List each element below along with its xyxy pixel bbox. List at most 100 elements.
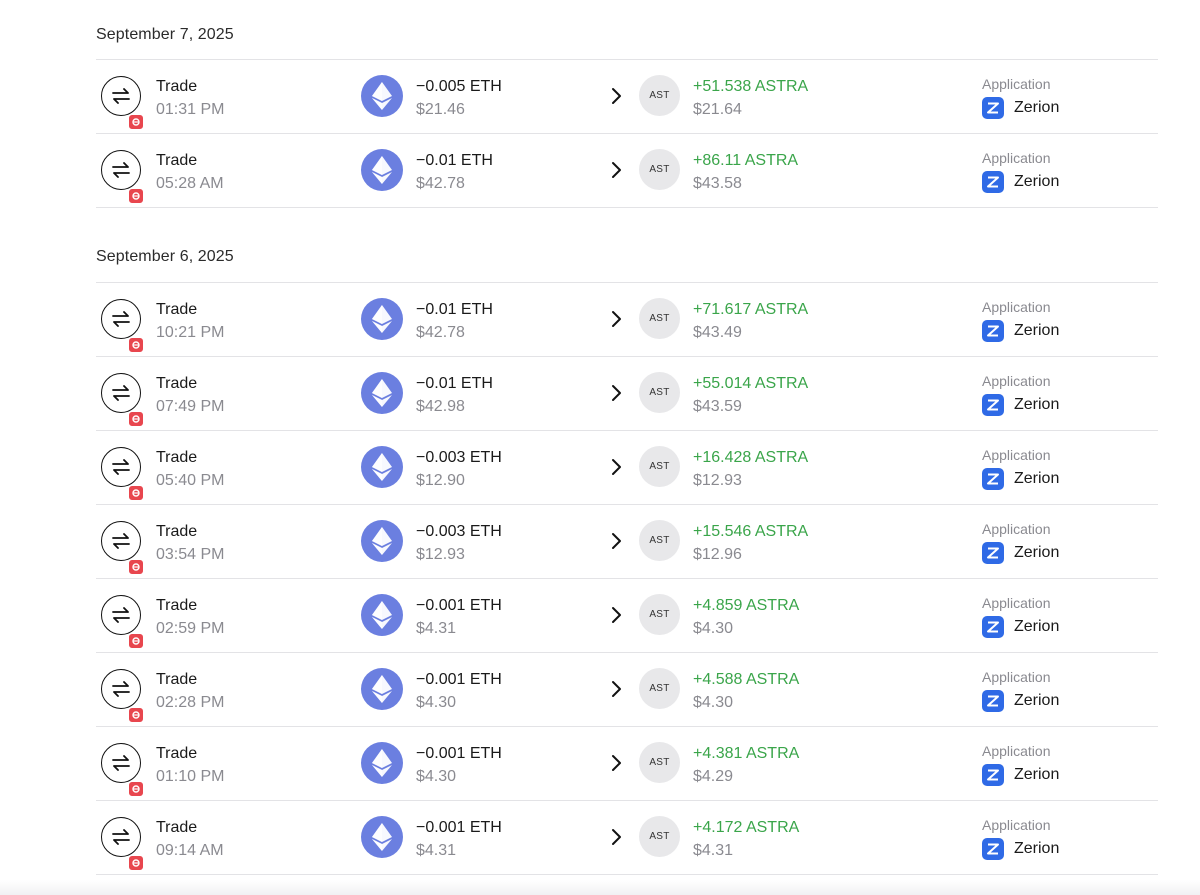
- astra-token-icon: AST: [639, 75, 680, 116]
- application-name[interactable]: Zerion: [1014, 396, 1059, 414]
- application-name[interactable]: Zerion: [1014, 544, 1059, 562]
- sent-value: $42.78: [416, 324, 465, 341]
- received-value: $12.93: [693, 472, 742, 489]
- received-amount: +71.617 ASTRA: [693, 301, 809, 318]
- received-amount: +15.546 ASTRA: [693, 523, 809, 540]
- sent-value: $12.90: [416, 472, 465, 489]
- chevron-right-icon: [610, 310, 622, 333]
- transaction-row[interactable]: Trade 09:14 AM −0.001 ETH $4.31 AST +4.1…: [96, 801, 1158, 875]
- received-amount: +4.588 ASTRA: [693, 671, 800, 688]
- transaction-time: 07:49 PM: [156, 398, 225, 415]
- transaction-time: 02:28 PM: [156, 694, 225, 711]
- zerion-icon: [982, 320, 1004, 342]
- transaction-type: Trade: [156, 819, 198, 836]
- received-value: $21.64: [693, 101, 742, 118]
- application-label: Application: [982, 373, 1051, 389]
- swap-arrows-icon: [101, 669, 144, 723]
- sent-value: $4.30: [416, 694, 457, 711]
- scroll-edge: [0, 880, 1200, 895]
- zerion-badge-icon: [128, 485, 144, 501]
- received-amount: +86.11 ASTRA: [693, 152, 799, 169]
- application-name[interactable]: Zerion: [1014, 322, 1059, 340]
- application-name[interactable]: Zerion: [1014, 618, 1059, 636]
- ethereum-icon: [361, 75, 403, 117]
- sent-value: $21.46: [416, 101, 465, 118]
- application-name[interactable]: Zerion: [1014, 840, 1059, 858]
- transaction-row[interactable]: Trade 05:40 PM −0.003 ETH $12.90 AST +16…: [96, 431, 1158, 505]
- received-amount: +55.014 ASTRA: [693, 375, 809, 392]
- application-label: Application: [982, 150, 1051, 166]
- application-label: Application: [982, 817, 1051, 833]
- chevron-right-icon: [610, 161, 622, 184]
- sent-amount: −0.003 ETH: [416, 523, 502, 540]
- chevron-right-icon: [610, 754, 622, 777]
- sent-value: $42.78: [416, 175, 465, 192]
- transaction-row[interactable]: Trade 01:31 PM −0.005 ETH $21.46 AST +51…: [96, 60, 1158, 134]
- application-name[interactable]: Zerion: [1014, 692, 1059, 710]
- transaction-type: Trade: [156, 523, 198, 540]
- transaction-time: 10:21 PM: [156, 324, 225, 341]
- sent-amount: −0.003 ETH: [416, 449, 502, 466]
- astra-token-icon: AST: [639, 446, 680, 487]
- application-name[interactable]: Zerion: [1014, 766, 1059, 784]
- swap-arrows-icon: [101, 76, 144, 130]
- sent-amount: −0.001 ETH: [416, 671, 502, 688]
- swap-arrows-icon: [101, 299, 144, 353]
- transaction-type: Trade: [156, 745, 198, 762]
- sent-value: $42.98: [416, 398, 465, 415]
- application-name[interactable]: Zerion: [1014, 99, 1059, 117]
- sent-value: $4.30: [416, 768, 457, 785]
- sent-amount: −0.01 ETH: [416, 152, 493, 169]
- ethereum-icon: [361, 668, 403, 710]
- transaction-type: Trade: [156, 671, 198, 688]
- application-label: Application: [982, 743, 1051, 759]
- swap-arrows-icon: [101, 373, 144, 427]
- zerion-badge-icon: [128, 559, 144, 575]
- ethereum-icon: [361, 594, 403, 636]
- application-label: Application: [982, 299, 1051, 315]
- transaction-row[interactable]: Trade 02:28 PM −0.001 ETH $4.30 AST +4.5…: [96, 653, 1158, 727]
- chevron-right-icon: [610, 828, 622, 851]
- transaction-history: September 7, 2025 Trade 01:31 PM −0.005 …: [0, 0, 1200, 895]
- application-label: Application: [982, 595, 1051, 611]
- date-heading: September 7, 2025: [96, 26, 234, 43]
- chevron-right-icon: [610, 458, 622, 481]
- ethereum-icon: [361, 520, 403, 562]
- application-label: Application: [982, 447, 1051, 463]
- swap-arrows-icon: [101, 817, 144, 871]
- application-label: Application: [982, 521, 1051, 537]
- application-name[interactable]: Zerion: [1014, 470, 1059, 488]
- transaction-row[interactable]: Trade 05:28 AM −0.01 ETH $42.78 AST +86.…: [96, 134, 1158, 208]
- astra-token-icon: AST: [639, 594, 680, 635]
- received-value: $4.30: [693, 694, 734, 711]
- swap-arrows-icon: [101, 447, 144, 501]
- astra-token-icon: AST: [639, 668, 680, 709]
- zerion-icon: [982, 542, 1004, 564]
- zerion-icon: [982, 838, 1004, 860]
- transaction-row[interactable]: Trade 02:59 PM −0.001 ETH $4.31 AST +4.8…: [96, 579, 1158, 653]
- swap-arrows-icon: [101, 150, 144, 204]
- zerion-badge-icon: [128, 855, 144, 871]
- astra-token-icon: AST: [639, 816, 680, 857]
- transaction-time: 02:59 PM: [156, 620, 225, 637]
- ethereum-icon: [361, 298, 403, 340]
- transaction-row[interactable]: Trade 10:21 PM −0.01 ETH $42.78 AST +71.…: [96, 283, 1158, 357]
- transaction-row[interactable]: Trade 01:10 PM −0.001 ETH $4.30 AST +4.3…: [96, 727, 1158, 801]
- sent-value: $12.93: [416, 546, 465, 563]
- ethereum-icon: [361, 446, 403, 488]
- received-value: $43.49: [693, 324, 742, 341]
- zerion-icon: [982, 171, 1004, 193]
- zerion-icon: [982, 764, 1004, 786]
- transaction-row[interactable]: Trade 03:54 PM −0.003 ETH $12.93 AST +15…: [96, 505, 1158, 579]
- received-amount: +4.859 ASTRA: [693, 597, 800, 614]
- transaction-row[interactable]: Trade 07:49 PM −0.01 ETH $42.98 AST +55.…: [96, 357, 1158, 431]
- chevron-right-icon: [610, 680, 622, 703]
- received-value: $4.29: [693, 768, 734, 785]
- ethereum-icon: [361, 742, 403, 784]
- sent-amount: −0.005 ETH: [416, 78, 502, 95]
- astra-token-icon: AST: [639, 520, 680, 561]
- chevron-right-icon: [610, 384, 622, 407]
- astra-token-icon: AST: [639, 372, 680, 413]
- transaction-type: Trade: [156, 152, 198, 169]
- application-name[interactable]: Zerion: [1014, 173, 1059, 191]
